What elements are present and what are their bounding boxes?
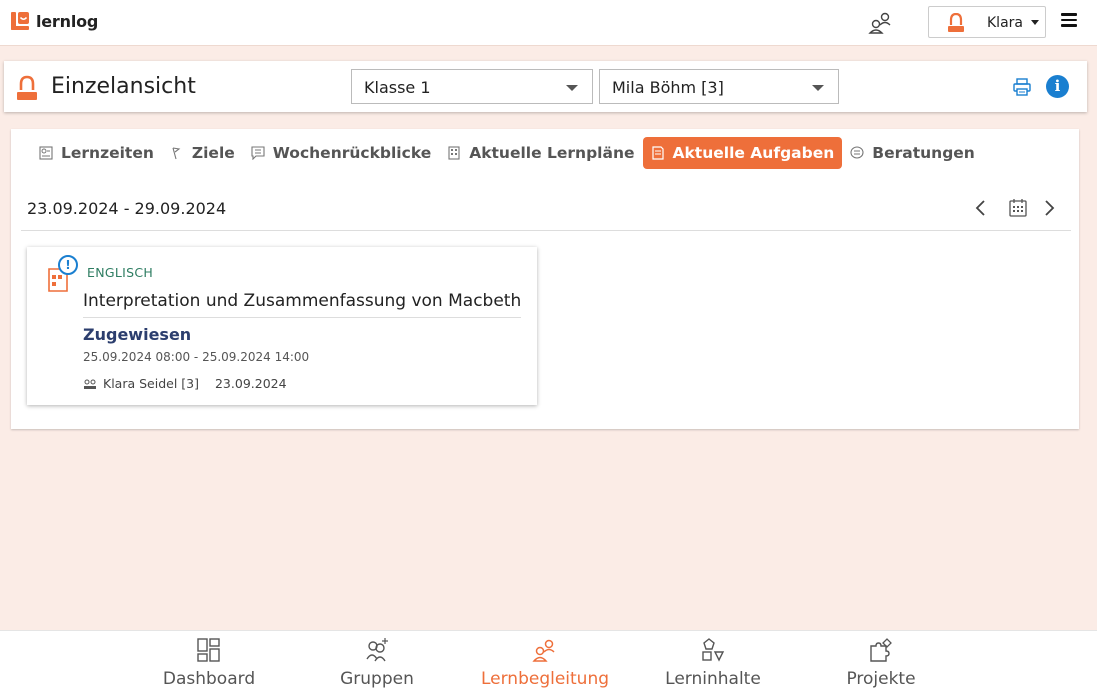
- nav-label: Gruppen: [340, 669, 414, 689]
- tab-lernzeiten[interactable]: Lernzeiten: [31, 137, 162, 169]
- puzzle-icon: [870, 638, 892, 662]
- task-assignee: Klara Seidel [3] 23.09.2024: [83, 376, 287, 391]
- person-switch-icon[interactable]: [868, 11, 894, 35]
- shapes-icon: [702, 638, 725, 662]
- caret-down-icon: [566, 85, 578, 91]
- class-select[interactable]: Klasse 1: [351, 69, 593, 104]
- dashboard-icon: [197, 638, 220, 662]
- nav-lerninhalte[interactable]: Lerninhalte: [643, 637, 783, 689]
- group-icon: [366, 638, 388, 662]
- tab-aktuelle-aufgaben[interactable]: Aktuelle Aufgaben: [642, 137, 843, 169]
- bottom-navigation: Dashboard Gruppen Lernbegleitung Lerninh…: [0, 630, 1097, 690]
- tab-label: Wochenrückblicke: [272, 144, 432, 162]
- tab-label: Aktuelle Lernpläne: [469, 144, 635, 162]
- nav-gruppen[interactable]: Gruppen: [307, 637, 447, 689]
- tab-label: Aktuelle Aufgaben: [672, 144, 835, 162]
- caret-down-icon: [812, 85, 824, 91]
- app-logo[interactable]: lernlog: [10, 11, 98, 31]
- task-document-icon: [651, 146, 664, 160]
- user-select[interactable]: Klara: [928, 6, 1046, 38]
- person-switch-icon: [532, 639, 555, 662]
- chevron-right-icon[interactable]: [1041, 199, 1057, 217]
- task-period: 25.09.2024 08:00 - 25.09.2024 14:00: [83, 350, 310, 364]
- plan-icon: [448, 146, 460, 160]
- person-icon: [17, 75, 37, 100]
- tab-wochenrueckblicke[interactable]: Wochenrückblicke: [243, 137, 439, 169]
- top-bar: lernlog Klara: [0, 0, 1097, 46]
- tab-label: Beratungen: [872, 144, 975, 162]
- nav-label: Dashboard: [162, 669, 256, 689]
- student-select[interactable]: Mila Böhm [3]: [599, 69, 839, 104]
- comment-icon: [251, 146, 265, 160]
- printer-icon[interactable]: [1012, 77, 1032, 97]
- student-select-value: Mila Böhm [3]: [612, 78, 724, 97]
- divider: [21, 230, 1071, 231]
- chevron-left-icon[interactable]: [973, 199, 989, 217]
- page-title: Einzelansicht: [51, 74, 196, 99]
- calendar-icon[interactable]: [1008, 198, 1028, 218]
- task-subject: ENGLISCH: [87, 265, 154, 280]
- page-header: Einzelansicht Klasse 1 Mila Böhm [3] i: [4, 61, 1087, 112]
- app-name: lernlog: [36, 11, 99, 31]
- chat-icon: [850, 146, 864, 159]
- tab-label: Ziele: [191, 144, 235, 162]
- task-status: Zugewiesen: [83, 325, 192, 344]
- teacher-icon: [84, 379, 96, 389]
- tab-beratungen[interactable]: Beratungen: [842, 137, 983, 169]
- caret-down-icon: [1031, 20, 1039, 25]
- lernlog-logo-icon: [11, 12, 29, 30]
- flag-icon: [172, 147, 181, 160]
- nav-label: Lerninhalte: [665, 669, 761, 689]
- nav-lernbegleitung[interactable]: Lernbegleitung: [475, 637, 615, 689]
- info-icon[interactable]: i: [1046, 75, 1069, 98]
- hamburger-menu-icon[interactable]: [1061, 13, 1077, 27]
- user-name: Klara: [987, 15, 1023, 31]
- task-card[interactable]: ! ENGLISCH Interpretation und Zusammenfa…: [27, 247, 537, 405]
- nav-dashboard[interactable]: Dashboard: [139, 637, 279, 689]
- task-title: Interpretation und Zusammenfassung von M…: [83, 291, 522, 311]
- alert-icon: !: [58, 255, 78, 275]
- nav-projekte[interactable]: Projekte: [811, 637, 951, 689]
- divider: [83, 317, 521, 318]
- tab-label: Lernzeiten: [61, 144, 154, 162]
- tab-ziele[interactable]: Ziele: [162, 137, 243, 169]
- tab-aktuelle-lernplaene[interactable]: Aktuelle Lernpläne: [439, 137, 642, 169]
- main-panel: Lernzeiten Ziele Wochenrückblicke Aktuel…: [11, 129, 1079, 429]
- nav-label: Projekte: [846, 669, 916, 689]
- assignee-name: Klara Seidel [3]: [103, 376, 199, 391]
- clock-list-icon: [39, 146, 53, 160]
- assigned-date: 23.09.2024: [214, 376, 287, 391]
- nav-label: Lernbegleitung: [480, 669, 610, 689]
- tab-bar: Lernzeiten Ziele Wochenrückblicke Aktuel…: [31, 137, 983, 169]
- class-select-value: Klasse 1: [364, 78, 431, 97]
- person-icon: [948, 13, 964, 32]
- date-range: 23.09.2024 - 29.09.2024: [27, 199, 227, 218]
